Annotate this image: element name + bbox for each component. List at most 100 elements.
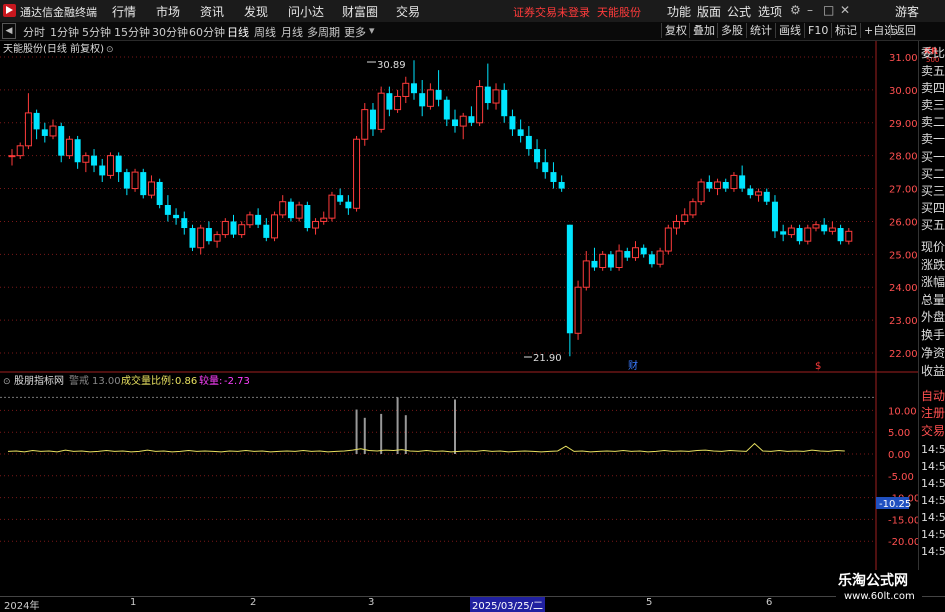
- btn-fuquan[interactable]: 复权: [661, 23, 690, 38]
- period-15min[interactable]: 15分钟: [114, 24, 150, 40]
- candle: [517, 119, 524, 143]
- side-label-18: 收益: [921, 364, 945, 378]
- price-axis-tick: 31.00: [889, 53, 918, 64]
- side-label-11: 现价: [921, 240, 945, 254]
- menu-gongshi[interactable]: 公式: [727, 3, 751, 20]
- candle: [377, 86, 385, 133]
- menu-faxian[interactable]: 发现: [244, 3, 268, 20]
- btn-huaxian[interactable]: 画线: [775, 23, 804, 38]
- close-icon[interactable]: ✕: [840, 3, 850, 17]
- candle: [353, 135, 361, 212]
- candle: [140, 168, 147, 199]
- indicator-toggle-icon[interactable]: ⊙: [3, 377, 11, 387]
- btn-duogu[interactable]: 多股: [717, 23, 746, 38]
- side-label-16: 换手: [921, 328, 945, 342]
- left-arrow-icon[interactable]: ◀: [2, 23, 16, 39]
- menu-xuanxiang[interactable]: 选项: [758, 3, 782, 20]
- date-label-5: 5: [646, 597, 653, 608]
- indicator-ratio-value: 0.86: [175, 376, 197, 387]
- side-label-6: 买一: [921, 150, 945, 164]
- indicator-vol-value: -2.73: [224, 376, 250, 387]
- indicator-name: 股朋指标网: [14, 374, 64, 387]
- candle: [99, 158, 106, 182]
- candle: [58, 122, 65, 163]
- btn-fanhui[interactable]: 返回: [890, 23, 919, 38]
- price-axis-tick: 24.00: [889, 283, 918, 294]
- candle: [369, 103, 376, 136]
- title-toggle-icon[interactable]: ⊙: [106, 45, 114, 55]
- menu-wenxiaoda[interactable]: 问小达: [288, 3, 324, 20]
- candle: [295, 201, 303, 222]
- candle: [312, 218, 320, 235]
- menu-jiaoyi[interactable]: 交易: [396, 3, 420, 20]
- period-daily[interactable]: 日线: [227, 24, 249, 40]
- period-multi[interactable]: 多周期: [307, 24, 340, 40]
- candle: [821, 218, 828, 235]
- side-label-13: 涨幅: [921, 275, 945, 289]
- kline-chart[interactable]: 天能股份(日线 前复权) ⊙ 30.89 21.90 财 $ ⊙ 股朋指标网 警…: [0, 41, 918, 596]
- more-chevron-icon[interactable]: ▾: [369, 24, 375, 37]
- menu-gongneng[interactable]: 功能: [667, 3, 691, 20]
- menu-banmian[interactable]: 版面: [697, 3, 721, 20]
- candle: [747, 185, 754, 199]
- side-label-15: 外盘: [921, 310, 945, 324]
- watermark: 乐淘公式网 www.60lt.com: [836, 570, 922, 608]
- side-time-5: 14:5: [921, 528, 945, 541]
- candle: [41, 122, 48, 143]
- candle: [673, 214, 681, 235]
- maximize-icon[interactable]: □: [823, 3, 834, 17]
- btn-tongji[interactable]: 统计: [746, 23, 775, 38]
- candle: [164, 195, 171, 222]
- side-label-20[interactable]: 注册: [921, 405, 945, 422]
- event-marker-dollar[interactable]: $: [815, 361, 821, 372]
- btn-f10[interactable]: F10: [804, 23, 831, 38]
- app-title: 通达信金融终端: [20, 6, 97, 19]
- btn-biaoji[interactable]: 标记: [831, 23, 860, 38]
- guest-login[interactable]: 游客: [895, 3, 919, 20]
- indicator-axis-tick: -20.00: [888, 537, 918, 548]
- period-1min[interactable]: 1分钟: [50, 24, 79, 40]
- period-5min[interactable]: 5分钟: [82, 24, 111, 40]
- indicator-axis-tick: -5.00: [888, 472, 914, 483]
- candle: [156, 178, 163, 209]
- candle: [468, 106, 475, 127]
- price-axis-tick: 29.00: [889, 119, 918, 130]
- candle: [320, 211, 328, 225]
- side-label-19[interactable]: 自动: [921, 388, 945, 405]
- period-monthly[interactable]: 月线: [281, 24, 303, 40]
- indicator-axis-tick: -15.00: [888, 515, 918, 526]
- price-axis-tick: 30.00: [889, 86, 918, 97]
- login-status-text: 证券交易未登录: [513, 6, 590, 19]
- candle: [828, 221, 836, 235]
- period-more[interactable]: 更多: [344, 24, 366, 40]
- event-marker-cai[interactable]: 财: [628, 359, 638, 372]
- period-30min[interactable]: 30分钟: [152, 24, 188, 40]
- menu-caifuquan[interactable]: 财富圈: [342, 3, 378, 20]
- side-label-3: 卖三: [921, 98, 945, 112]
- candle: [648, 251, 655, 268]
- settings-icon[interactable]: ⚙: [790, 3, 801, 17]
- candle: [49, 119, 57, 140]
- side-time-6: 14:5: [921, 545, 945, 558]
- side-label-10: 买五: [921, 218, 945, 232]
- side-label-21[interactable]: 交易: [921, 423, 945, 440]
- menu-hangqing[interactable]: 行情: [112, 3, 136, 20]
- candle: [115, 152, 122, 182]
- date-axis: 2024年 1 2 3 2025/03/25/二 5 6: [0, 596, 945, 612]
- side-label-8: 买三: [921, 184, 945, 198]
- price-axis-tick: 26.00: [889, 217, 918, 228]
- login-status[interactable]: 证券交易未登录 天能股份: [513, 4, 641, 20]
- btn-diejia[interactable]: 叠加: [689, 23, 718, 38]
- period-weekly[interactable]: 周线: [254, 24, 276, 40]
- menu-shichang[interactable]: 市场: [156, 3, 180, 20]
- period-fenshi[interactable]: 分时: [23, 24, 45, 40]
- candle: [123, 168, 130, 196]
- side-label-9: 买四: [921, 201, 945, 215]
- low-price-label: 21.90: [533, 353, 562, 364]
- candle: [410, 60, 417, 100]
- period-60min[interactable]: 60分钟: [189, 24, 225, 40]
- minimize-icon[interactable]: –: [807, 3, 813, 17]
- candle: [386, 86, 393, 117]
- candle: [525, 126, 532, 156]
- menu-zixun[interactable]: 资讯: [200, 3, 224, 20]
